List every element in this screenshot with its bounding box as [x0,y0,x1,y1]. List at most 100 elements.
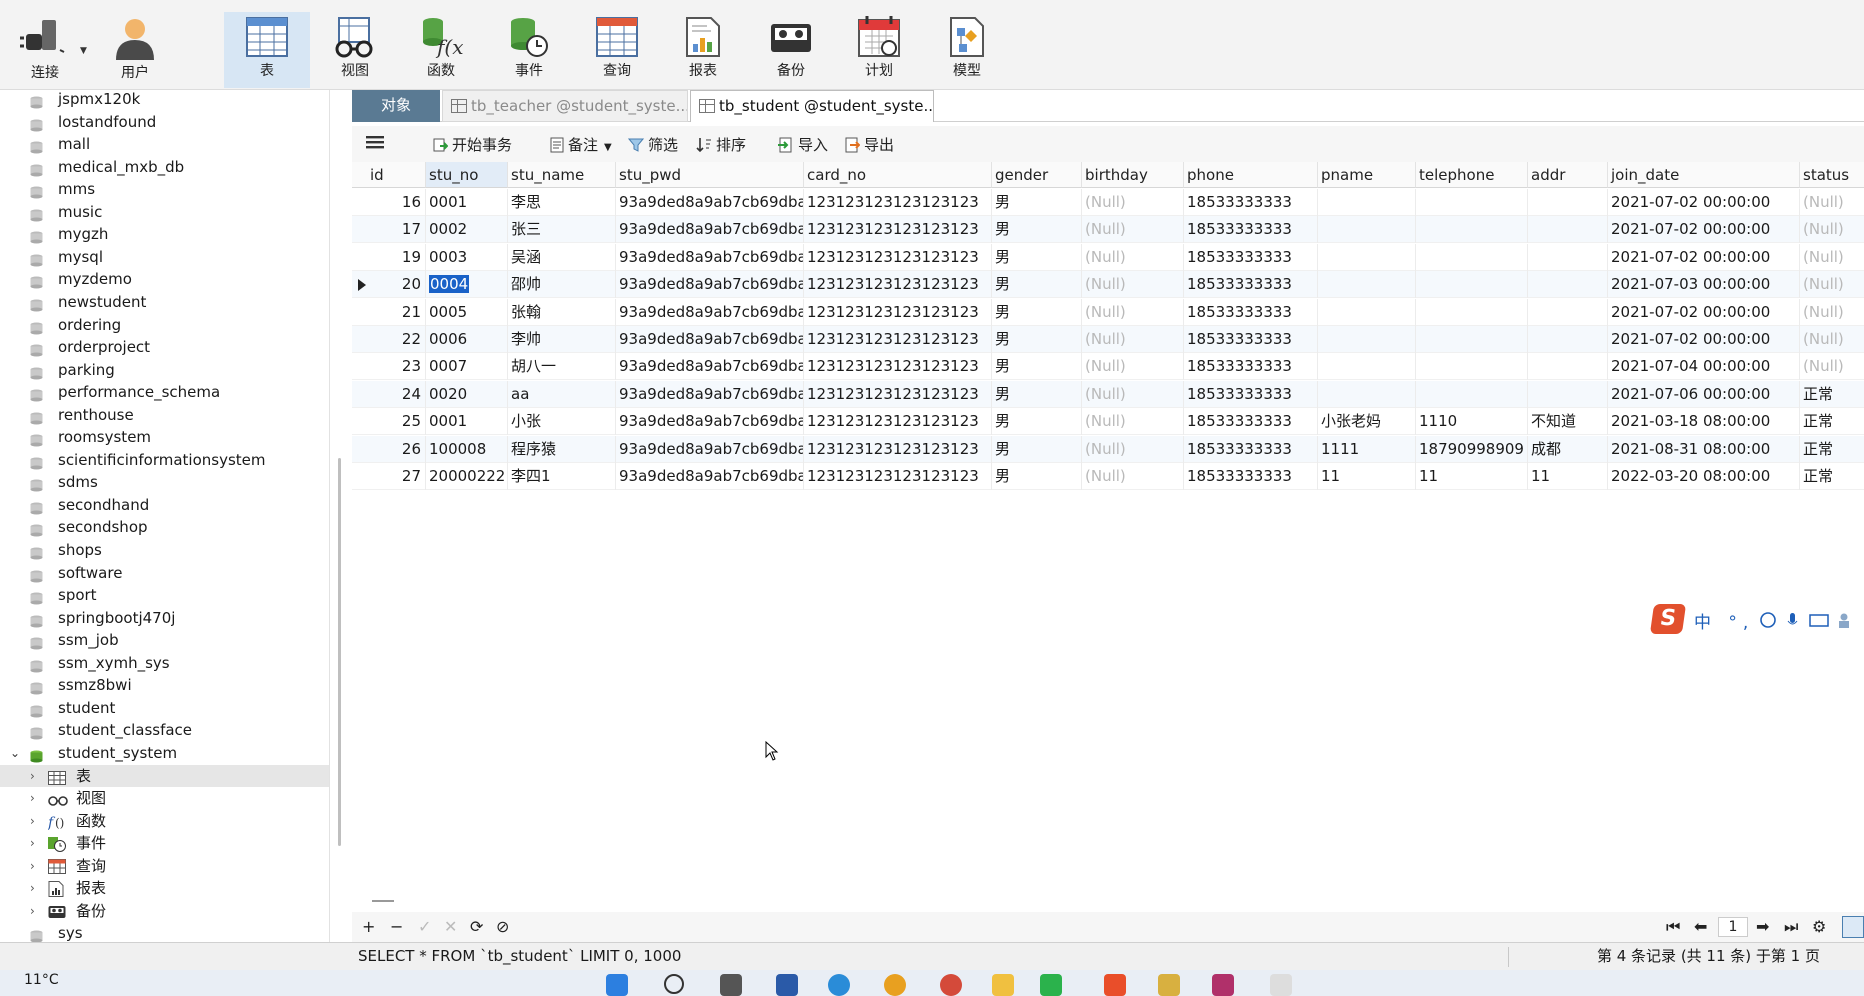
cell-telephone[interactable] [1416,353,1528,381]
cell-addr[interactable] [1528,189,1608,216]
cell-status[interactable]: (Null) [1800,326,1864,353]
cell-pname[interactable] [1318,326,1416,353]
cell-birthday[interactable]: (Null) [1082,463,1184,490]
database-item[interactable]: ssm_xymh_sys [0,652,329,675]
column-header-phone[interactable]: phone [1184,162,1318,188]
cell-join_date[interactable]: 2021-08-31 08:00:00 [1608,435,1800,463]
cell-gender[interactable]: 男 [992,408,1082,436]
cell-gender[interactable]: 男 [992,463,1082,490]
grid-settings-button[interactable]: ⚙ [1812,916,1826,938]
cell-phone[interactable]: 18533333333 [1184,271,1318,299]
cell-birthday[interactable]: (Null) [1082,189,1184,216]
cell-card_no[interactable]: 123123123123123123 [804,216,992,244]
database-item[interactable]: performance_schema [0,381,329,404]
cell-card_no[interactable]: 123123123123123123 [804,435,992,463]
cell-join_date[interactable]: 2021-07-02 00:00:00 [1608,216,1800,244]
next-page-button[interactable]: ➡ [1756,916,1769,938]
cell-join_date[interactable]: 2021-03-18 08:00:00 [1608,408,1800,436]
cell-card_no[interactable]: 123123123123123123 [804,298,992,326]
database-item[interactable]: myzdemo [0,268,329,291]
cell-card_no[interactable]: 123123123123123123 [804,353,992,381]
cell-join_date[interactable]: 2021-07-03 00:00:00 [1608,271,1800,299]
database-item[interactable]: newstudent [0,291,329,314]
database-item[interactable]: ssmz8bwi [0,674,329,697]
cell-birthday[interactable]: (Null) [1082,243,1184,271]
toolbar-button-schedule[interactable]: 计划 [836,12,922,88]
database-item[interactable]: sys [0,922,329,942]
cell-status[interactable]: (Null) [1800,216,1864,243]
database-item[interactable]: orderproject [0,336,329,359]
memo-button[interactable]: 备注 ▼ [550,132,612,158]
cell-birthday[interactable]: (Null) [1082,271,1184,299]
cell-join_date[interactable]: 2021-07-02 00:00:00 [1608,326,1800,353]
cell-stu_pwd[interactable]: 93a9ded8a9ab7cb69dba( [616,380,804,408]
cell-id[interactable]: 21 [352,298,426,326]
cell-addr[interactable]: 不知道 [1528,408,1608,436]
last-page-button[interactable]: ⏭ [1784,916,1798,938]
cell-addr[interactable] [1528,298,1608,326]
cell-stu_pwd[interactable]: 93a9ded8a9ab7cb69dba( [616,353,804,381]
refresh-button[interactable]: ⟳ [470,916,483,938]
cell-gender[interactable]: 男 [992,326,1082,353]
chevron-right-icon[interactable]: › [30,900,35,923]
column-header-id[interactable]: id [352,162,426,188]
database-item[interactable]: mysql [0,246,329,269]
cell-status[interactable]: 正常 [1800,381,1864,408]
cell-stu_no[interactable]: 0006 [426,326,508,353]
cell-gender[interactable]: 男 [992,353,1082,381]
cell-pname[interactable] [1318,189,1416,216]
database-item[interactable]: student [0,697,329,720]
column-header-addr[interactable]: addr [1528,162,1608,188]
cell-stu_no[interactable]: 0007 [426,353,508,381]
cell-id[interactable]: 23 [352,353,426,381]
database-item[interactable]: medical_mxb_db [0,156,329,179]
cell-phone[interactable]: 18533333333 [1184,298,1318,326]
column-header-join_date[interactable]: join_date [1608,162,1800,188]
cell-phone[interactable]: 18533333333 [1184,380,1318,408]
start-icon[interactable] [606,974,628,996]
cell-telephone[interactable] [1416,189,1528,216]
app-icon[interactable] [1158,974,1180,996]
cell-stu_no[interactable]: 100008 [426,435,508,463]
database-item[interactable]: ordering [0,314,329,337]
cell-phone[interactable]: 18533333333 [1184,216,1318,244]
column-header-stu_no[interactable]: stu_no [426,162,508,188]
cell-stu_no[interactable]: 0001 [426,408,508,436]
cell-status[interactable]: 正常 [1800,436,1864,463]
cell-telephone[interactable] [1416,216,1528,244]
cell-id[interactable]: 25 [352,408,426,436]
cell-addr[interactable]: 11 [1528,463,1608,490]
cell-pname[interactable]: 11 [1318,463,1416,490]
cell-phone[interactable]: 18533333333 [1184,408,1318,436]
first-page-button[interactable]: ⏮ [1666,916,1680,938]
cell-birthday[interactable]: (Null) [1082,353,1184,381]
cell-telephone[interactable] [1416,243,1528,271]
column-header-stu_name[interactable]: stu_name [508,162,616,188]
wechat-icon[interactable] [1040,974,1062,996]
cell-card_no[interactable]: 123123123123123123 [804,463,992,490]
app-icon[interactable] [1270,974,1292,996]
cell-stu_name[interactable]: 小张 [508,408,616,436]
toolbar-button-function[interactable]: f(x) 函数 [398,12,484,88]
cell-pname[interactable] [1318,353,1416,381]
cell-join_date[interactable]: 2021-07-04 00:00:00 [1608,353,1800,381]
database-item[interactable]: roomsystem [0,426,329,449]
toolbar-button-event[interactable]: 事件 [486,12,572,88]
cell-stu_no[interactable]: 0001 [426,189,508,216]
chevron-right-icon[interactable]: › [30,765,35,788]
database-item[interactable]: springbootj470j [0,607,329,630]
cell-stu_no[interactable]: 0002 [426,216,508,244]
cell-gender[interactable]: 男 [992,435,1082,463]
cell-pname[interactable] [1318,216,1416,244]
cell-stu_pwd[interactable]: 93a9ded8a9ab7cb69dba( [616,435,804,463]
cell-stu_name[interactable]: 李四1 [508,463,616,490]
search-icon[interactable] [664,974,684,994]
cell-gender[interactable]: 男 [992,298,1082,326]
folder-icon[interactable] [992,974,1014,996]
cell-telephone[interactable]: 1110 [1416,408,1528,436]
cell-stu_name[interactable]: 程序猿 [508,435,616,463]
cell-gender[interactable]: 男 [992,243,1082,271]
toolbar-button-table[interactable]: 表 [224,12,310,88]
chevron-right-icon[interactable]: › [30,787,35,810]
chevron-down-icon[interactable]: ⌄ [10,742,20,765]
